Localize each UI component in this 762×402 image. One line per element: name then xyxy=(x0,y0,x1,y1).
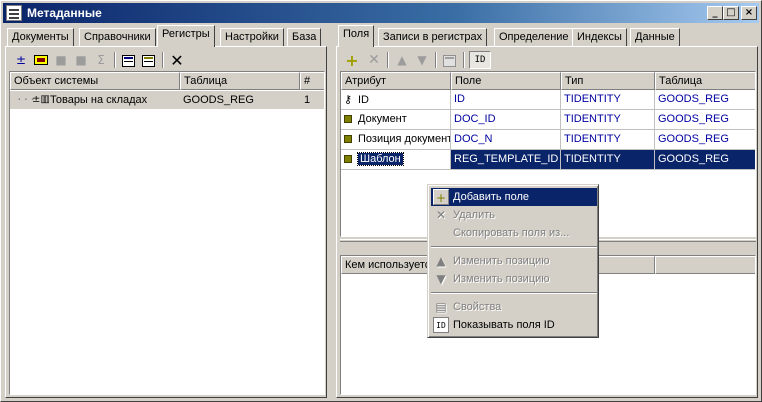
left-tabs: Документы Справочники Регистры Настройки… xyxy=(3,24,329,47)
table-row[interactable]: ⚷ ID ID TIDENTITY GOODS_REG xyxy=(341,90,755,110)
menu-item-move-up[interactable]: ▲ Изменить позицию xyxy=(431,252,597,270)
attr-name: Документ xyxy=(358,113,407,125)
maximize-button[interactable]: □ xyxy=(723,6,739,20)
col-header-table[interactable]: Таблица xyxy=(655,72,755,90)
tab-documents[interactable]: Документы xyxy=(7,28,74,46)
field-icon xyxy=(344,135,352,143)
right-tabs: Поля Записи в регистрах Определение Инде… xyxy=(334,24,760,47)
move-up-icon[interactable]: ▲ xyxy=(393,51,411,69)
close-button[interactable]: × xyxy=(741,6,757,20)
col-header-attribute[interactable]: Атрибут xyxy=(341,72,451,90)
window-title: Метаданные xyxy=(27,6,102,20)
delete-field-icon[interactable]: ✕ xyxy=(365,51,383,69)
key-icon: ⚷ xyxy=(344,93,353,106)
tab-indexes[interactable]: Индексы xyxy=(572,28,627,46)
col-header-field[interactable]: Поле xyxy=(451,72,561,90)
sum-icon[interactable]: Σ xyxy=(92,51,110,69)
stop-icon[interactable]: ■ xyxy=(72,51,90,69)
field-type: TIDENTITY xyxy=(561,90,655,110)
menu-item-move-down[interactable]: ▼ Изменить позицию xyxy=(431,270,597,288)
properties-alt-icon[interactable] xyxy=(140,51,158,69)
field-type: TIDENTITY xyxy=(561,130,655,150)
field-table: GOODS_REG xyxy=(655,90,755,110)
field-name: DOC_N xyxy=(451,130,561,150)
table-row[interactable]: Позиция документа DOC_N TIDENTITY GOODS_… xyxy=(341,130,755,150)
register-icon: ±▥ xyxy=(32,94,50,105)
field-table: GOODS_REG xyxy=(655,110,755,130)
stop-icon[interactable]: ■ xyxy=(52,51,70,69)
tab-database[interactable]: База xyxy=(287,28,322,46)
tab-settings[interactable]: Настройки xyxy=(220,28,284,46)
title-bar[interactable]: Метаданные _ □ × xyxy=(3,3,759,23)
col-header-num[interactable]: # xyxy=(300,72,324,90)
menu-item-copy-fields[interactable]: Скопировать поля из... xyxy=(431,224,597,242)
arrow-down-icon: ▼ xyxy=(436,272,446,286)
field-icon xyxy=(344,155,352,163)
field-icon xyxy=(344,115,352,123)
col-header-type[interactable]: Тип xyxy=(561,72,655,90)
properties-icon[interactable] xyxy=(441,51,459,69)
right-toolbar: + ✕ ▲ ▼ ID xyxy=(339,49,755,71)
col-header-object[interactable]: Объект системы xyxy=(10,72,180,90)
field-type: TIDENTITY xyxy=(561,110,655,130)
add-field-icon[interactable]: + xyxy=(343,51,361,70)
edit-icon[interactable] xyxy=(32,51,50,69)
minimize-button[interactable]: _ xyxy=(707,6,723,20)
show-id-toggle[interactable]: ID xyxy=(469,51,491,69)
col-header-table[interactable]: Таблица xyxy=(180,72,300,90)
col-header-empty[interactable] xyxy=(655,256,755,274)
object-name: Товары на складах xyxy=(50,94,148,106)
menu-item-add-field[interactable]: + Добавить поле xyxy=(431,188,597,206)
field-name: DOC_ID xyxy=(451,110,561,130)
tab-data[interactable]: Данные xyxy=(630,28,680,46)
menu-item-properties[interactable]: ▤ Свойства xyxy=(431,298,597,316)
id-icon: ID xyxy=(433,317,449,333)
properties-icon: ▤ xyxy=(435,300,447,314)
tab-catalogs[interactable]: Справочники xyxy=(79,28,156,46)
row-number: 1 xyxy=(304,94,311,106)
add-register-icon[interactable]: ± xyxy=(12,51,30,69)
field-table: GOODS_REG xyxy=(655,130,755,150)
move-down-icon[interactable]: ▼ xyxy=(413,51,431,69)
left-panel: Документы Справочники Регистры Настройки… xyxy=(3,24,329,400)
attr-name: Шаблон xyxy=(357,152,404,166)
menu-item-delete[interactable]: ✕ Удалить xyxy=(431,206,597,224)
plus-icon: + xyxy=(433,189,449,205)
tab-registers[interactable]: Регистры xyxy=(157,25,215,47)
field-type: TIDENTITY xyxy=(561,150,655,170)
arrow-up-icon: ▲ xyxy=(436,254,446,268)
table-row[interactable]: Документ DOC_ID TIDENTITY GOODS_REG xyxy=(341,110,755,130)
metadata-window: Метаданные _ □ × Документы Справочники Р… xyxy=(0,0,762,402)
tab-definition[interactable]: Определение xyxy=(494,28,574,46)
field-name: REG_TEMPLATE_ID xyxy=(451,150,561,170)
tab-register-records[interactable]: Записи в регистрах xyxy=(378,28,488,46)
attr-name: ID xyxy=(358,94,369,106)
delete-icon[interactable]: ✕ xyxy=(168,51,186,70)
context-menu: + Добавить поле ✕ Удалить Скопировать по… xyxy=(427,184,599,338)
menu-item-show-id[interactable]: ID Показывать поля ID xyxy=(431,316,597,334)
objects-table: Объект системы Таблица # ··· ±▥ Товары н… xyxy=(9,71,325,395)
table-row[interactable]: ··· ±▥ Товары на складах GOODS_REG 1 xyxy=(10,91,324,109)
attr-name: Позиция документа xyxy=(358,133,451,145)
field-table: GOODS_REG xyxy=(655,150,755,170)
delete-icon: ✕ xyxy=(435,208,447,222)
app-icon xyxy=(6,5,22,21)
field-name: ID xyxy=(451,90,561,110)
tab-fields[interactable]: Поля xyxy=(338,25,375,47)
left-toolbar: ± ■ ■ Σ ✕ xyxy=(8,49,324,71)
left-tab-body: ± ■ ■ Σ ✕ Объект системы Таблица # ··· ±… xyxy=(5,46,327,398)
table-name: GOODS_REG xyxy=(183,94,254,106)
properties-icon[interactable] xyxy=(120,51,138,69)
table-row-selected[interactable]: Шаблон REG_TEMPLATE_ID TIDENTITY GOODS_R… xyxy=(341,150,755,170)
